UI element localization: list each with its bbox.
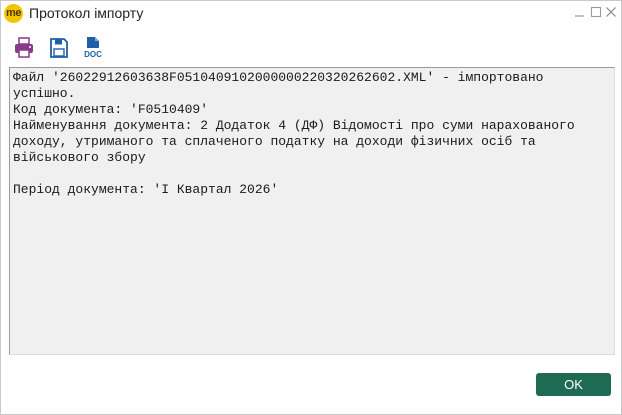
app-logo-icon: me	[4, 4, 23, 23]
import-log-text[interactable]: Файл '26022912603638F0510409102000000220…	[10, 68, 614, 200]
title-bar[interactable]: me Протокол імпорту	[1, 1, 621, 25]
doc-icon-label: DOC	[84, 50, 102, 59]
log-line-file-status: Файл '26022912603638F0510409102000000220…	[13, 70, 552, 101]
log-line-document-period: Період документа: 'І Квартал 2026'	[13, 182, 279, 197]
close-icon[interactable]	[604, 5, 618, 19]
ok-button[interactable]: OK	[536, 373, 611, 396]
log-line-document-name: Найменування документа: 2 Додаток 4 (ДФ)…	[13, 118, 583, 165]
printer-icon[interactable]	[11, 35, 37, 61]
floppy-disk-icon[interactable]	[46, 35, 72, 61]
maximize-icon[interactable]	[589, 5, 603, 19]
import-protocol-dialog: me Протокол імпорту DOC Файл '2602291260…	[0, 0, 622, 415]
toolbar: DOC	[1, 35, 621, 63]
doc-icon[interactable]: DOC	[80, 35, 106, 61]
log-line-document-code: Код документа: 'F0510409'	[13, 102, 209, 117]
import-log-area[interactable]: Файл '26022912603638F0510409102000000220…	[9, 67, 615, 355]
minimize-icon[interactable]	[573, 5, 587, 19]
window-title: Протокол імпорту	[29, 5, 144, 21]
